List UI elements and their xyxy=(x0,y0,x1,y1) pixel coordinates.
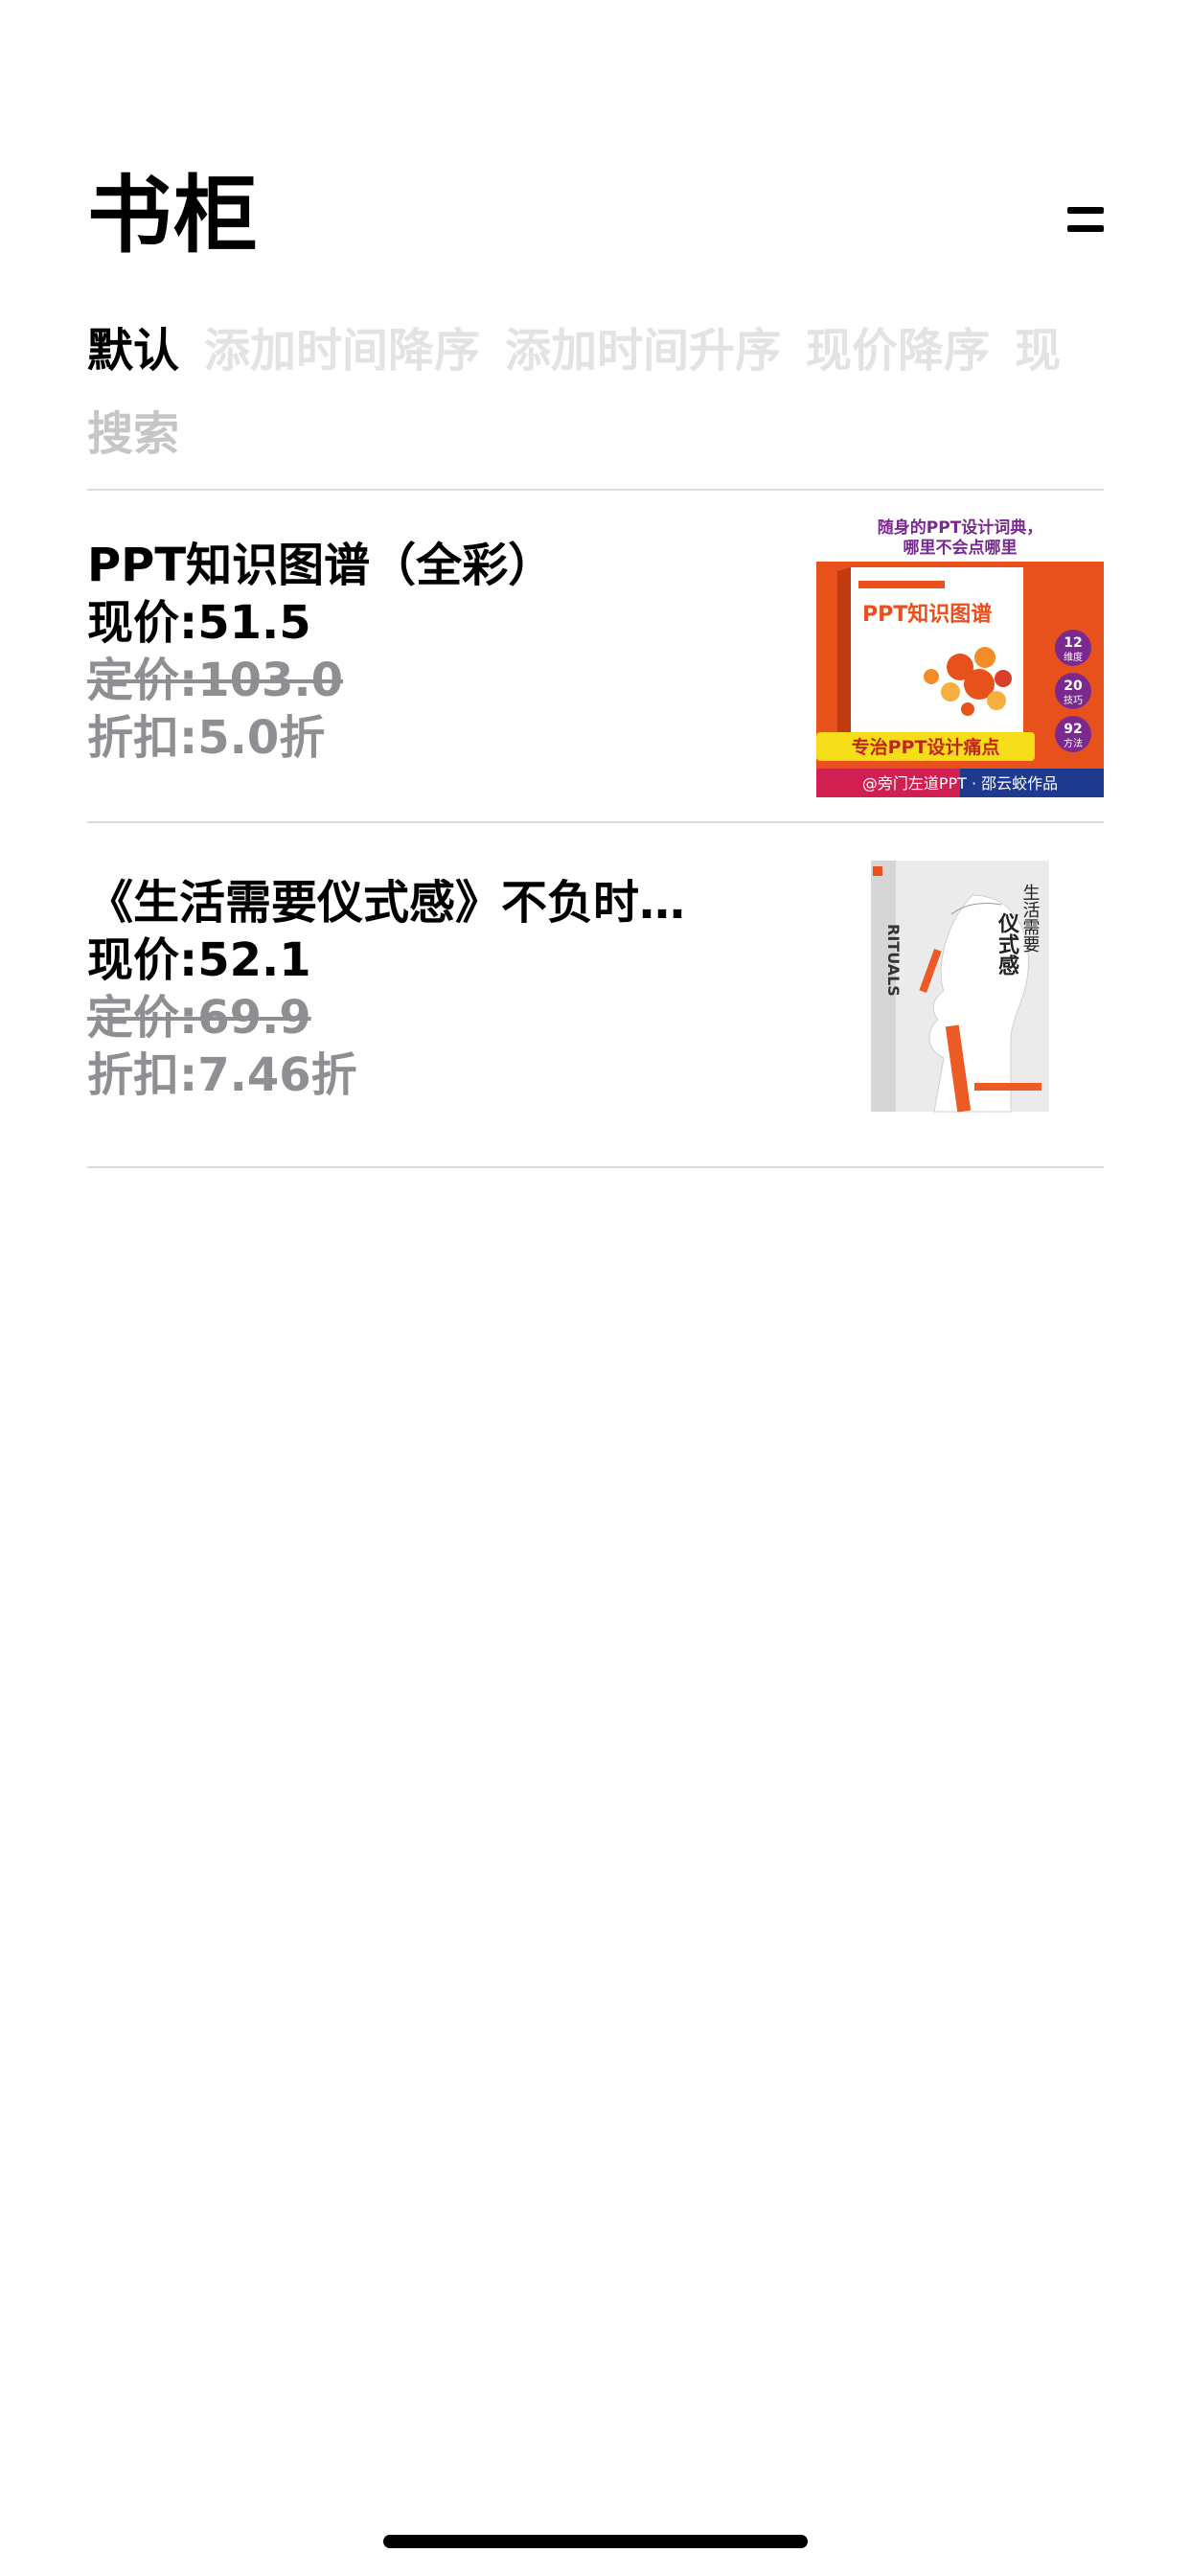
tab-price-desc[interactable]: 现价降序 xyxy=(806,319,990,382)
book-list-item[interactable]: PPT知识图谱（全彩） 现价:51.5 定价:103.0 折扣:5.0折 随身的… xyxy=(87,514,1104,824)
tab-default[interactable]: 默认 xyxy=(87,319,179,382)
book-list-item[interactable]: 《生活需要仪式感》不负时… 现价:52.1 定价:69.9 折扣:7.46折 R… xyxy=(87,857,1104,1162)
book-list-price: 定价:103.0 xyxy=(87,654,344,707)
book-title: 《生活需要仪式感》不负时… xyxy=(87,876,686,930)
book-title: PPT知识图谱（全彩） xyxy=(87,539,555,592)
sort-tabs: 默认 添加时间降序 添加时间升序 现价降序现 xyxy=(87,319,1112,382)
tab-added-desc[interactable]: 添加时间降序 xyxy=(204,319,480,382)
cover-spine-title: RITUALS xyxy=(884,924,903,997)
cover-book-name: PPT知识图谱 xyxy=(862,602,992,627)
cover-title-line-2: 仪式感 xyxy=(995,912,1020,976)
page-title: 书柜 xyxy=(87,166,261,264)
cover-badge-3-sub: 方法 xyxy=(1064,737,1083,749)
cover-badge-1: 12 xyxy=(1064,635,1082,651)
book-list-price: 定价:69.9 xyxy=(87,991,311,1045)
cover-title-line-1: 生活需要 xyxy=(1020,884,1041,954)
cover-footer: @旁门左道PPT · 邵云蛟作品 xyxy=(862,774,1058,793)
cover-badge-3: 92 xyxy=(1064,722,1082,737)
divider xyxy=(87,821,1104,823)
divider xyxy=(87,489,1104,491)
tab-price-asc-partial[interactable]: 现 xyxy=(1015,319,1061,382)
cover-badge-2: 20 xyxy=(1064,678,1083,694)
divider xyxy=(87,1166,1104,1168)
cover-badge-2-sub: 技巧 xyxy=(1064,694,1083,706)
hamburger-menu-icon[interactable] xyxy=(1067,205,1104,234)
tab-added-asc[interactable]: 添加时间升序 xyxy=(505,319,781,382)
home-indicator[interactable] xyxy=(383,2535,808,2548)
search-button[interactable]: 搜索 xyxy=(87,402,179,466)
book-discount: 折扣:7.46折 xyxy=(87,1048,357,1102)
cover-badge-1-sub: 维度 xyxy=(1064,651,1083,663)
cover-tagline-1: 随身的PPT设计词典， xyxy=(878,518,1043,538)
book-current-price: 现价:52.1 xyxy=(87,933,311,987)
cover-tagline-2: 哪里不会点哪里 xyxy=(904,538,1018,558)
book-current-price: 现价:51.5 xyxy=(87,596,311,650)
menu-bar-bottom xyxy=(1067,225,1104,232)
cover-banner: 专治PPT设计痛点 xyxy=(852,736,1000,758)
menu-bar-top xyxy=(1067,207,1104,214)
book-cover-image: 随身的PPT设计词典， 哪里不会点哪里 PPT知识图谱 12 维度 20 技巧 xyxy=(816,514,1104,797)
book-discount: 折扣:5.0折 xyxy=(87,711,326,765)
book-cover-image: RITUALS 生活需要 仪式感 xyxy=(867,857,1055,1116)
